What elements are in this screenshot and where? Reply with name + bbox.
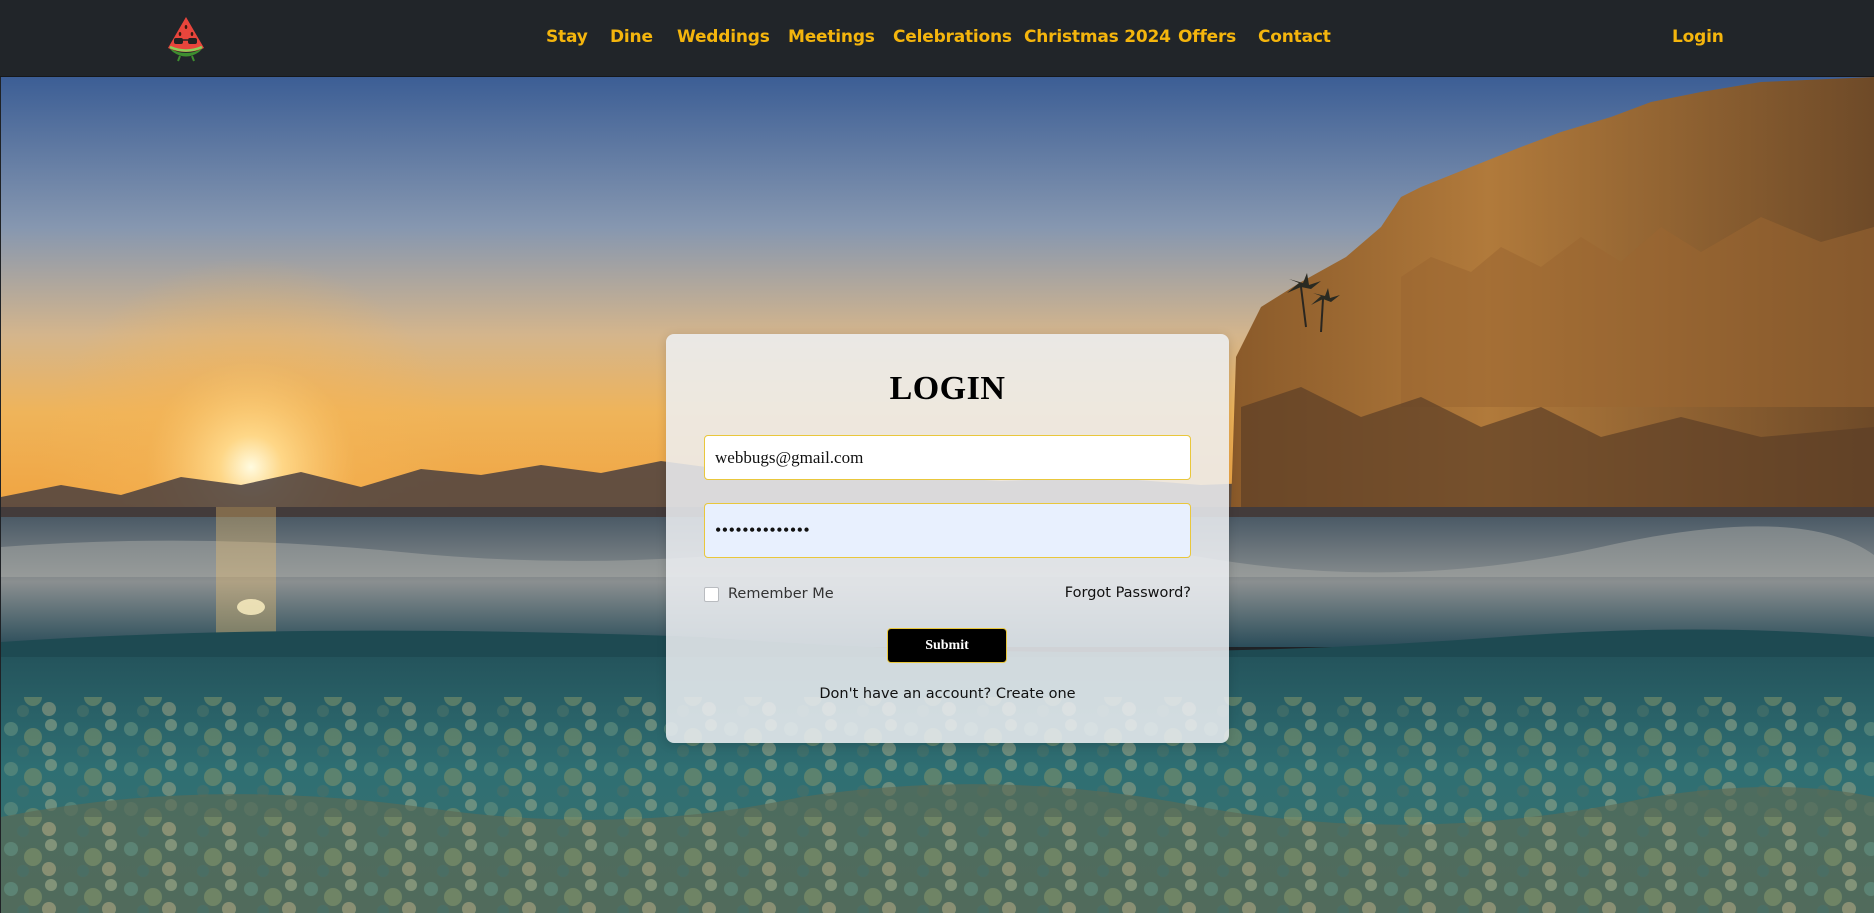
signup-prompt-text: Don't have an account? (819, 686, 992, 702)
remember-me-checkbox[interactable] (704, 586, 719, 602)
nav-link-celebrations[interactable]: Celebrations (893, 27, 1012, 47)
nav-link-offers[interactable]: Offers (1178, 27, 1236, 47)
remember-me-label: Remember Me (728, 586, 834, 602)
top-navbar: Stay Dine Weddings Meetings Celebrations… (0, 0, 1874, 77)
login-card: LOGIN Remember Me Forgot Password? Submi… (666, 334, 1229, 743)
nav-links: Stay Dine Weddings Meetings Celebrations… (0, 0, 1874, 77)
nav-link-christmas-2024[interactable]: Christmas 2024 (1024, 27, 1171, 47)
submit-button[interactable]: Submit (887, 628, 1007, 663)
nav-link-weddings[interactable]: Weddings (677, 27, 770, 47)
signup-prompt: Don't have an account? Create one (666, 686, 1229, 702)
email-field[interactable] (704, 435, 1191, 480)
nav-link-stay[interactable]: Stay (546, 27, 588, 47)
nav-link-dine[interactable]: Dine (610, 27, 653, 47)
login-title: LOGIN (889, 370, 1006, 407)
forgot-password-link[interactable]: Forgot Password? (1065, 585, 1191, 601)
remember-me-row: Remember Me (704, 584, 834, 604)
create-account-link[interactable]: Create one (996, 686, 1076, 702)
login-page: Stay Dine Weddings Meetings Celebrations… (0, 0, 1874, 913)
nav-link-meetings[interactable]: Meetings (788, 27, 875, 47)
password-field[interactable] (704, 503, 1191, 558)
nav-link-contact[interactable]: Contact (1258, 27, 1331, 47)
nav-login-link[interactable]: Login (1672, 27, 1724, 47)
